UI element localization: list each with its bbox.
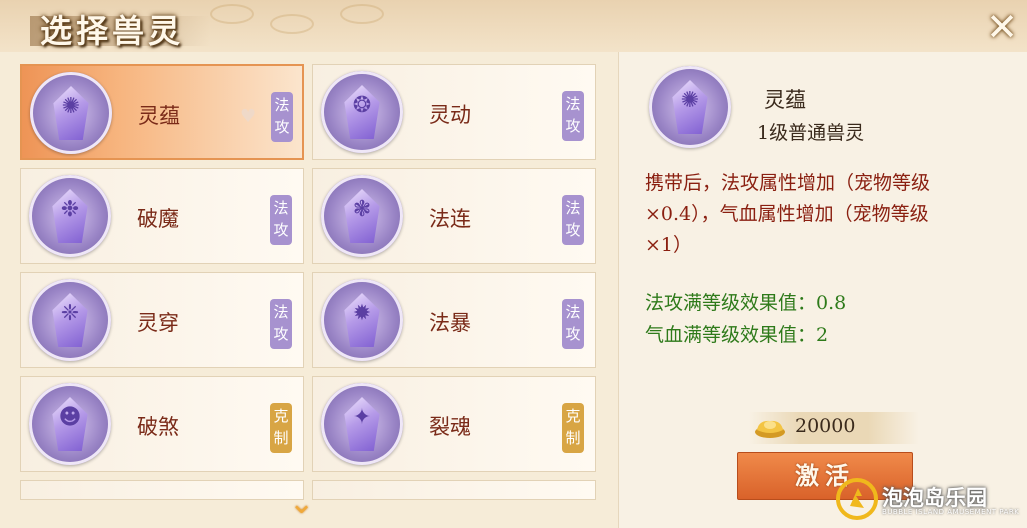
page-title: 选择兽灵: [40, 12, 185, 50]
spirit-card-partial[interactable]: [312, 480, 596, 500]
heart-icon[interactable]: ♥: [240, 106, 256, 127]
spirit-card-pomo[interactable]: ❉ 破魔 法攻: [20, 168, 304, 264]
header-band: 选择兽灵 ✕: [0, 0, 1027, 52]
spirit-card-partial[interactable]: [20, 480, 304, 500]
spirit-card-lingdong[interactable]: ❂ 灵动 法攻: [312, 64, 596, 160]
spirit-card-falian[interactable]: ❃ 法连 法攻: [312, 168, 596, 264]
scroll-down-chevron-icon[interactable]: ⌄: [289, 489, 314, 519]
spirit-card-lingyun[interactable]: ✺ 灵蕴 ♥ 法攻: [20, 64, 304, 160]
watermark-subtext: BUBBLE ISLAND AMUSEMENT PARK: [882, 508, 1020, 516]
watermark-logo-icon: [836, 478, 878, 520]
spirit-name: 灵穿: [137, 311, 179, 335]
effect-label: 气血满等级效果值：: [645, 324, 817, 346]
spirit-name: 破魔: [137, 207, 179, 231]
category-tag: 法攻: [271, 92, 293, 142]
detail-panel: ✺ 灵蕴 1级普通兽灵 携带后，法攻属性增加（宠物等级 ×0.4），气血属性增加…: [618, 52, 1027, 528]
effect-value: 2: [816, 324, 829, 346]
spirit-name: 法暴: [429, 311, 471, 335]
spirit-name: 裂魂: [429, 415, 471, 439]
category-tag: 法攻: [562, 299, 584, 349]
cloud-decoration-icon: [340, 4, 384, 24]
close-icon: ✕: [986, 5, 1018, 49]
gold-ingot-icon: [755, 420, 785, 438]
cloud-decoration-icon: [210, 4, 254, 24]
detail-description: 携带后，法攻属性增加（宠物等级 ×0.4），气血属性增加（宠物等级 ×1）: [645, 168, 1015, 261]
spirit-crystal-icon: ✺: [30, 72, 112, 154]
effect-value: 0.8: [816, 292, 847, 314]
spirit-crystal-icon: ☻: [29, 383, 111, 465]
close-button[interactable]: ✕: [984, 8, 1020, 46]
description-line: 携带后，法攻属性增加（宠物等级: [645, 172, 931, 194]
cost-display: 20000: [749, 412, 919, 444]
spirit-crystal-icon: ❃: [321, 175, 403, 257]
watermark: 泡泡岛乐园 BUBBLE ISLAND AMUSEMENT PARK: [836, 476, 1022, 524]
spirit-crystal-icon: ✹: [321, 279, 403, 361]
category-tag: 克制: [270, 403, 292, 453]
spirit-crystal-icon: ❉: [29, 175, 111, 257]
category-tag: 克制: [562, 403, 584, 453]
cost-value: 20000: [795, 415, 856, 437]
spirit-card-liehun[interactable]: ✦ 裂魂 克制: [312, 376, 596, 472]
spirit-card-lingchuan[interactable]: ❈ 灵穿 法攻: [20, 272, 304, 368]
spirit-name: 法连: [429, 207, 471, 231]
spirit-list[interactable]: ✺ 灵蕴 ♥ 法攻 ❂ 灵动 法攻 ❉ 破魔 法攻 ❃ 法连 法攻 ❈ 灵穿 法…: [18, 60, 608, 505]
spirit-name: 灵蕴: [138, 104, 180, 128]
spirit-card-posha[interactable]: ☻ 破煞 克制: [20, 376, 304, 472]
category-tag: 法攻: [270, 299, 292, 349]
detail-spirit-name: 灵蕴: [764, 88, 806, 112]
spirit-crystal-icon: ❂: [321, 71, 403, 153]
category-tag: 法攻: [562, 91, 584, 141]
description-line: ×0.4），气血属性增加（宠物等级: [645, 203, 929, 225]
description-line: ×1）: [645, 234, 693, 256]
spirit-crystal-icon: ✺: [649, 66, 731, 148]
detail-spirit-level: 1级普通兽灵: [757, 122, 865, 144]
spirit-crystal-icon: ❈: [29, 279, 111, 361]
spirit-name: 破煞: [137, 415, 179, 439]
spirit-crystal-icon: ✦: [321, 383, 403, 465]
effect-label: 法攻满等级效果值：: [645, 292, 817, 314]
category-tag: 法攻: [562, 195, 584, 245]
category-tag: 法攻: [270, 195, 292, 245]
cloud-decoration-icon: [270, 14, 314, 34]
effect-hp: 气血满等级效果值：2: [645, 320, 828, 347]
spirit-name: 灵动: [429, 103, 471, 127]
effect-magic-attack: 法攻满等级效果值：0.8: [645, 288, 846, 315]
spirit-card-fabao[interactable]: ✹ 法暴 法攻: [312, 272, 596, 368]
selected-spirit-icon: ✺: [649, 66, 731, 148]
